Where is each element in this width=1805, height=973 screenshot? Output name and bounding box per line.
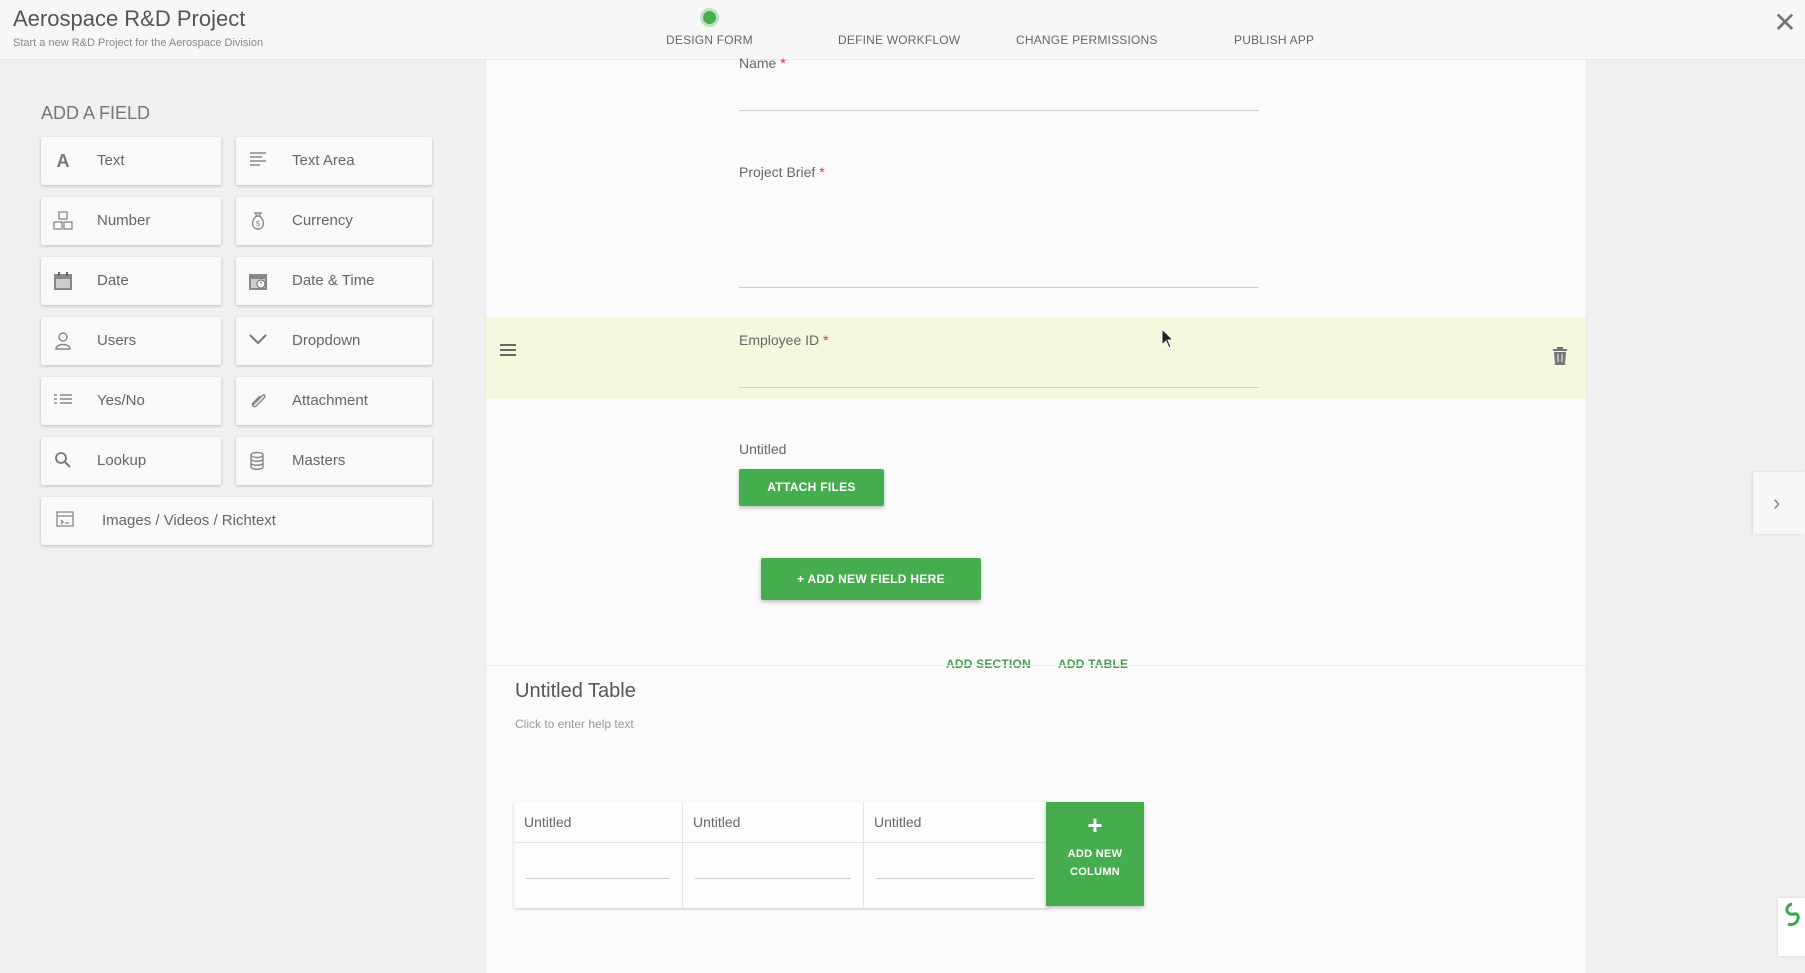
table-column-header[interactable]: Untitled xyxy=(874,814,921,830)
add-users-field-button[interactable]: Users xyxy=(41,317,221,365)
chevron-right-icon: › xyxy=(1773,490,1781,515)
add-yes-no-field-button[interactable]: Yes/No xyxy=(41,377,221,425)
add-new-field-button[interactable]: + ADD NEW FIELD HERE xyxy=(761,558,981,600)
add-lookup-field-button[interactable]: Lookup xyxy=(41,437,221,485)
add-dropdown-field-button[interactable]: Dropdown xyxy=(236,317,432,365)
app-header: Aerospace R&D Project Start a new R&D Pr… xyxy=(0,0,1805,60)
field-type-label: Dropdown xyxy=(292,332,361,349)
add-text-field-button[interactable]: A Text xyxy=(41,137,221,185)
calendar-clock-icon xyxy=(248,271,268,291)
field-type-label: Date & Time xyxy=(292,272,375,289)
plus-icon: + xyxy=(1087,810,1103,840)
add-table-link[interactable]: ADD TABLE xyxy=(1058,657,1128,671)
project-brief-field-input[interactable] xyxy=(739,287,1259,288)
header-separator xyxy=(864,842,1049,843)
add-column-line2: COLUMN xyxy=(1069,866,1121,878)
field-type-label: Text Area xyxy=(292,152,355,169)
table-help-text[interactable]: Click to enter help text xyxy=(515,717,634,731)
table-column[interactable]: Untitled xyxy=(864,802,1049,908)
field-type-label: Attachment xyxy=(292,392,368,409)
brand-logo xyxy=(1778,898,1805,956)
add-masters-field-button[interactable]: Masters xyxy=(236,437,432,485)
add-currency-field-button[interactable]: $ Currency xyxy=(236,197,432,245)
add-section-link[interactable]: ADD SECTION xyxy=(946,657,1031,671)
field-type-label: Text xyxy=(97,152,125,169)
name-field-label: Name * xyxy=(739,55,786,71)
mouse-cursor-icon xyxy=(1161,328,1175,349)
add-media-field-button[interactable]: Images / Videos / Richtext xyxy=(41,497,432,545)
table-title[interactable]: Untitled Table xyxy=(515,680,636,703)
add-new-column-button[interactable]: + ADD NEW COLUMN xyxy=(1046,802,1144,906)
table-column[interactable]: Untitled xyxy=(683,802,864,908)
form-canvas: Name * Project Brief * Employee ID * Untitl… xyxy=(485,55,1587,973)
paperclip-icon xyxy=(248,391,268,411)
attachment-field-label: Untitled xyxy=(739,441,787,457)
text-icon: A xyxy=(56,151,70,171)
table-column[interactable]: Untitled xyxy=(514,802,683,908)
drag-handle-icon[interactable] xyxy=(500,344,516,358)
media-icon xyxy=(55,511,75,531)
required-marker: * xyxy=(780,55,786,71)
project-brief-field-label: Project Brief * xyxy=(739,164,825,180)
add-column-line1: ADD NEW xyxy=(1067,848,1123,860)
field-type-label: Users xyxy=(97,332,137,349)
field-type-label: Masters xyxy=(292,452,346,469)
svg-text:$: $ xyxy=(256,219,261,228)
table-cell-input[interactable] xyxy=(876,878,1034,879)
database-icon xyxy=(248,451,268,471)
active-step-indicator xyxy=(700,8,719,27)
header-separator xyxy=(514,842,682,843)
chevron-down-icon xyxy=(248,331,268,351)
search-icon xyxy=(53,451,73,471)
add-date-field-button[interactable]: Date xyxy=(41,257,221,305)
field-type-label: Images / Videos / Richtext xyxy=(102,512,276,529)
table-column-header[interactable]: Untitled xyxy=(524,814,571,830)
attach-files-button[interactable]: ATTACH FILES xyxy=(739,469,884,506)
table-column-header[interactable]: Untitled xyxy=(693,814,740,830)
step-design-form[interactable]: DESIGN FORM xyxy=(666,33,753,47)
table-cell-input[interactable] xyxy=(526,878,670,879)
header-separator xyxy=(683,842,863,843)
section-divider xyxy=(486,665,1586,666)
required-marker: * xyxy=(823,332,829,348)
employee-id-field-input[interactable] xyxy=(739,387,1259,388)
step-publish-app[interactable]: PUBLISH APP xyxy=(1234,33,1314,47)
untitled-table: Untitled Untitled Untitled xyxy=(514,802,1049,908)
toggle-list-icon xyxy=(53,391,73,411)
employee-id-field-label: Employee ID * xyxy=(739,332,829,348)
step-change-permissions[interactable]: CHANGE PERMISSIONS xyxy=(1016,33,1158,47)
calendar-icon xyxy=(53,271,73,291)
user-icon xyxy=(53,331,73,351)
field-type-label: Date xyxy=(97,272,129,289)
palette-title: ADD A FIELD xyxy=(41,103,151,123)
app-subtitle: Start a new R&D Project for the Aerospac… xyxy=(13,37,264,49)
name-field-input[interactable] xyxy=(739,110,1259,111)
currency-icon: $ xyxy=(248,211,268,231)
required-marker: * xyxy=(819,164,825,180)
app-title: Aerospace R&D Project xyxy=(13,6,246,31)
add-text-area-field-button[interactable]: Text Area xyxy=(236,137,432,185)
expand-right-panel-button[interactable]: › xyxy=(1753,472,1805,534)
field-type-label: Lookup xyxy=(97,452,147,469)
number-icon xyxy=(53,211,73,231)
close-icon[interactable]: ✕ xyxy=(1772,9,1798,37)
field-type-label: Yes/No xyxy=(97,392,145,409)
trash-icon[interactable] xyxy=(1552,347,1568,365)
add-attachment-field-button[interactable]: Attachment xyxy=(236,377,432,425)
add-date-time-field-button[interactable]: Date & Time xyxy=(236,257,432,305)
field-type-label: Number xyxy=(97,212,151,229)
add-number-field-button[interactable]: Number xyxy=(41,197,221,245)
field-type-label: Currency xyxy=(292,212,353,229)
table-cell-input[interactable] xyxy=(695,878,851,879)
text-area-icon xyxy=(248,151,268,171)
step-define-workflow[interactable]: DEFINE WORKFLOW xyxy=(838,33,960,47)
